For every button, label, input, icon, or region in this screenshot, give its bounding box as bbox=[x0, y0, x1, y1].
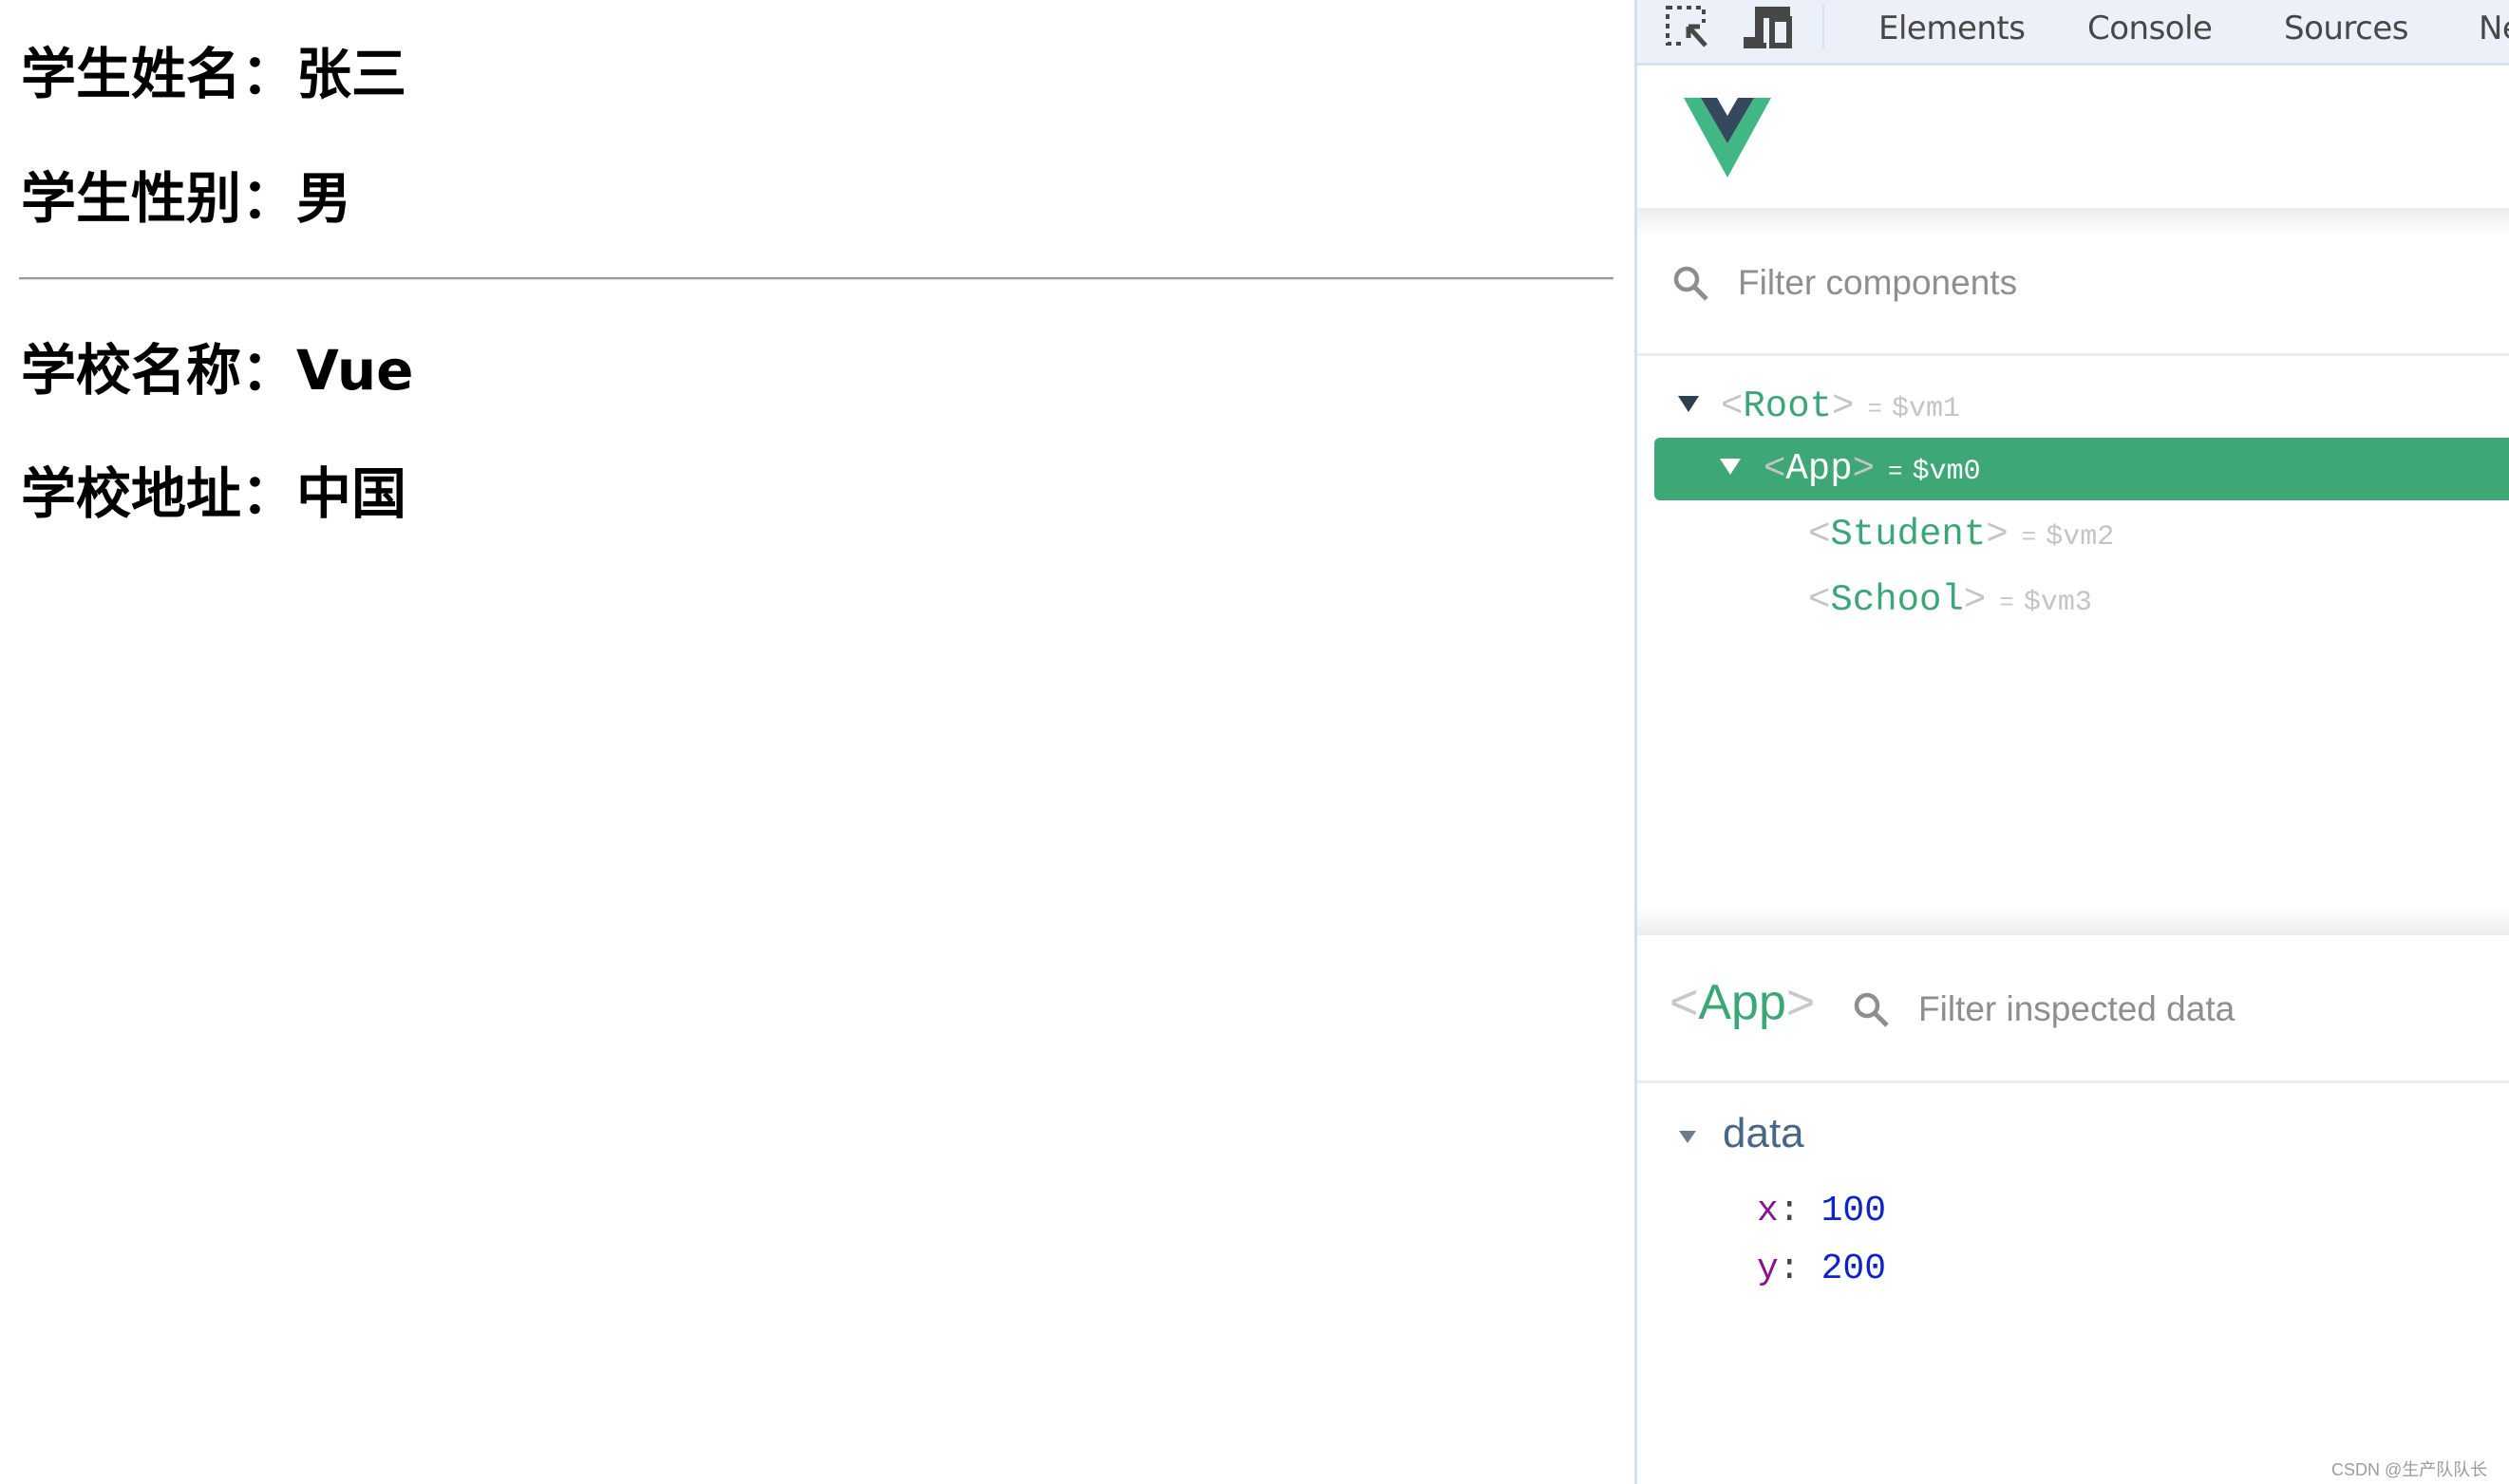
tree-node-student[interactable]: <Student> = $vm2 bbox=[1654, 503, 2509, 566]
school-address-label: 学校地址： bbox=[21, 461, 297, 526]
open-angle: < bbox=[1721, 385, 1744, 427]
open-angle: < bbox=[1808, 579, 1831, 621]
data-property[interactable]: y: 200 bbox=[1757, 1248, 1886, 1291]
vm-ref: $vm0 bbox=[1912, 456, 1981, 488]
open-angle: < bbox=[1764, 448, 1786, 490]
property-value[interactable]: 200 bbox=[1821, 1249, 1886, 1289]
divider bbox=[1637, 353, 2509, 356]
vue-logo-icon bbox=[1684, 98, 1771, 182]
component-name: Root bbox=[1743, 385, 1833, 427]
tree-node-label: <Root> = $vm1 bbox=[1721, 385, 1960, 431]
tab-network[interactable]: Ne bbox=[2479, 9, 2509, 48]
caret-down-icon[interactable] bbox=[1678, 396, 1699, 412]
student-gender-heading: 学生性别：男 bbox=[21, 171, 351, 226]
devtools-toolbar: Elements Console Sources Ne bbox=[1637, 0, 2509, 66]
component-name: School bbox=[1830, 579, 1964, 621]
tree-node-label: <Student> = $vm2 bbox=[1808, 513, 2114, 559]
student-gender-value: 男 bbox=[296, 166, 352, 231]
open-angle: < bbox=[1670, 975, 1699, 1030]
colon: : bbox=[1778, 1191, 1801, 1231]
section-title: data bbox=[1723, 1110, 1804, 1156]
filter-components-input[interactable] bbox=[1738, 256, 2460, 310]
search-icon bbox=[1854, 992, 1890, 1033]
close-angle: > bbox=[1852, 448, 1876, 490]
component-name: App bbox=[1785, 448, 1853, 490]
school-name-value: Vue bbox=[296, 338, 414, 403]
data-property[interactable]: x: 100 bbox=[1757, 1190, 1886, 1233]
close-angle: > bbox=[1963, 579, 1987, 621]
school-name-label: 学校名称： bbox=[21, 338, 297, 403]
close-angle: > bbox=[1986, 514, 2009, 555]
device-toolbar-icon[interactable] bbox=[1743, 6, 1795, 54]
tab-elements[interactable]: Elements bbox=[1878, 9, 2026, 48]
watermark: CSDN @生产队队长 bbox=[2331, 1460, 2488, 1479]
tab-sources[interactable]: Sources bbox=[2284, 9, 2409, 48]
school-address-value: 中国 bbox=[296, 461, 407, 526]
close-angle: > bbox=[1832, 385, 1855, 427]
tab-console[interactable]: Console bbox=[2087, 9, 2213, 48]
vm-ref: $vm1 bbox=[1892, 393, 1961, 425]
pane-splitter[interactable] bbox=[1637, 907, 2509, 935]
equals-sign: = bbox=[1888, 458, 1903, 486]
vue-devtools-header bbox=[1637, 66, 2509, 208]
toolbar-separator bbox=[1822, 4, 1824, 49]
tree-node-label: <App> = $vm0 bbox=[1764, 447, 1981, 494]
filter-components-bar bbox=[1637, 237, 2509, 353]
property-key: y bbox=[1757, 1249, 1779, 1289]
equals-sign: = bbox=[2021, 523, 2037, 552]
search-icon bbox=[1673, 266, 1709, 307]
horizontal-rule bbox=[19, 277, 1613, 280]
tree-node-label: <School> = $vm3 bbox=[1808, 578, 2092, 625]
component-name: Student bbox=[1830, 514, 1987, 555]
divider bbox=[1637, 1080, 2509, 1083]
open-angle: < bbox=[1808, 514, 1831, 555]
close-angle: > bbox=[1785, 975, 1816, 1030]
school-address-heading: 学校地址：中国 bbox=[21, 466, 406, 521]
student-name-heading: 学生姓名：张三 bbox=[21, 47, 406, 102]
student-name-value: 张三 bbox=[296, 42, 407, 106]
property-value[interactable]: 100 bbox=[1821, 1191, 1886, 1231]
devtools-panel: Elements Console Sources Ne <Root>=$vm1 bbox=[1634, 0, 2509, 1484]
filter-inspected-data-input[interactable] bbox=[1918, 983, 2450, 1036]
component-name: App bbox=[1698, 975, 1786, 1030]
equals-sign: = bbox=[1867, 395, 1883, 423]
equals-sign: = bbox=[1999, 589, 2014, 617]
student-name-label: 学生姓名： bbox=[21, 42, 297, 106]
inspected-component-name: <App> bbox=[1670, 973, 1815, 1032]
school-name-heading: 学校名称：Vue bbox=[21, 343, 413, 398]
tree-node-school[interactable]: <School> = $vm3 bbox=[1654, 569, 2509, 631]
student-gender-label: 学生性别： bbox=[21, 166, 297, 231]
inspector-header: <App> bbox=[1637, 935, 2509, 1082]
rendered-page: 学生姓名：张三 学生性别：男 学校名称：Vue 学校地址：中国 bbox=[0, 0, 1634, 1484]
tree-node-app[interactable]: <App> = $vm0 bbox=[1654, 438, 2509, 500]
property-key: x bbox=[1757, 1191, 1779, 1231]
tree-node-root[interactable]: <Root> = $vm1 bbox=[1654, 375, 2509, 438]
caret-down-icon[interactable] bbox=[1720, 459, 1741, 475]
vm-ref: $vm3 bbox=[2023, 587, 2092, 619]
header-shadow bbox=[1637, 208, 2509, 236]
inspect-element-icon[interactable] bbox=[1666, 6, 1709, 54]
colon: : bbox=[1778, 1249, 1801, 1289]
vm-ref: $vm2 bbox=[2046, 521, 2115, 554]
caret-down-icon[interactable] bbox=[1679, 1131, 1696, 1143]
